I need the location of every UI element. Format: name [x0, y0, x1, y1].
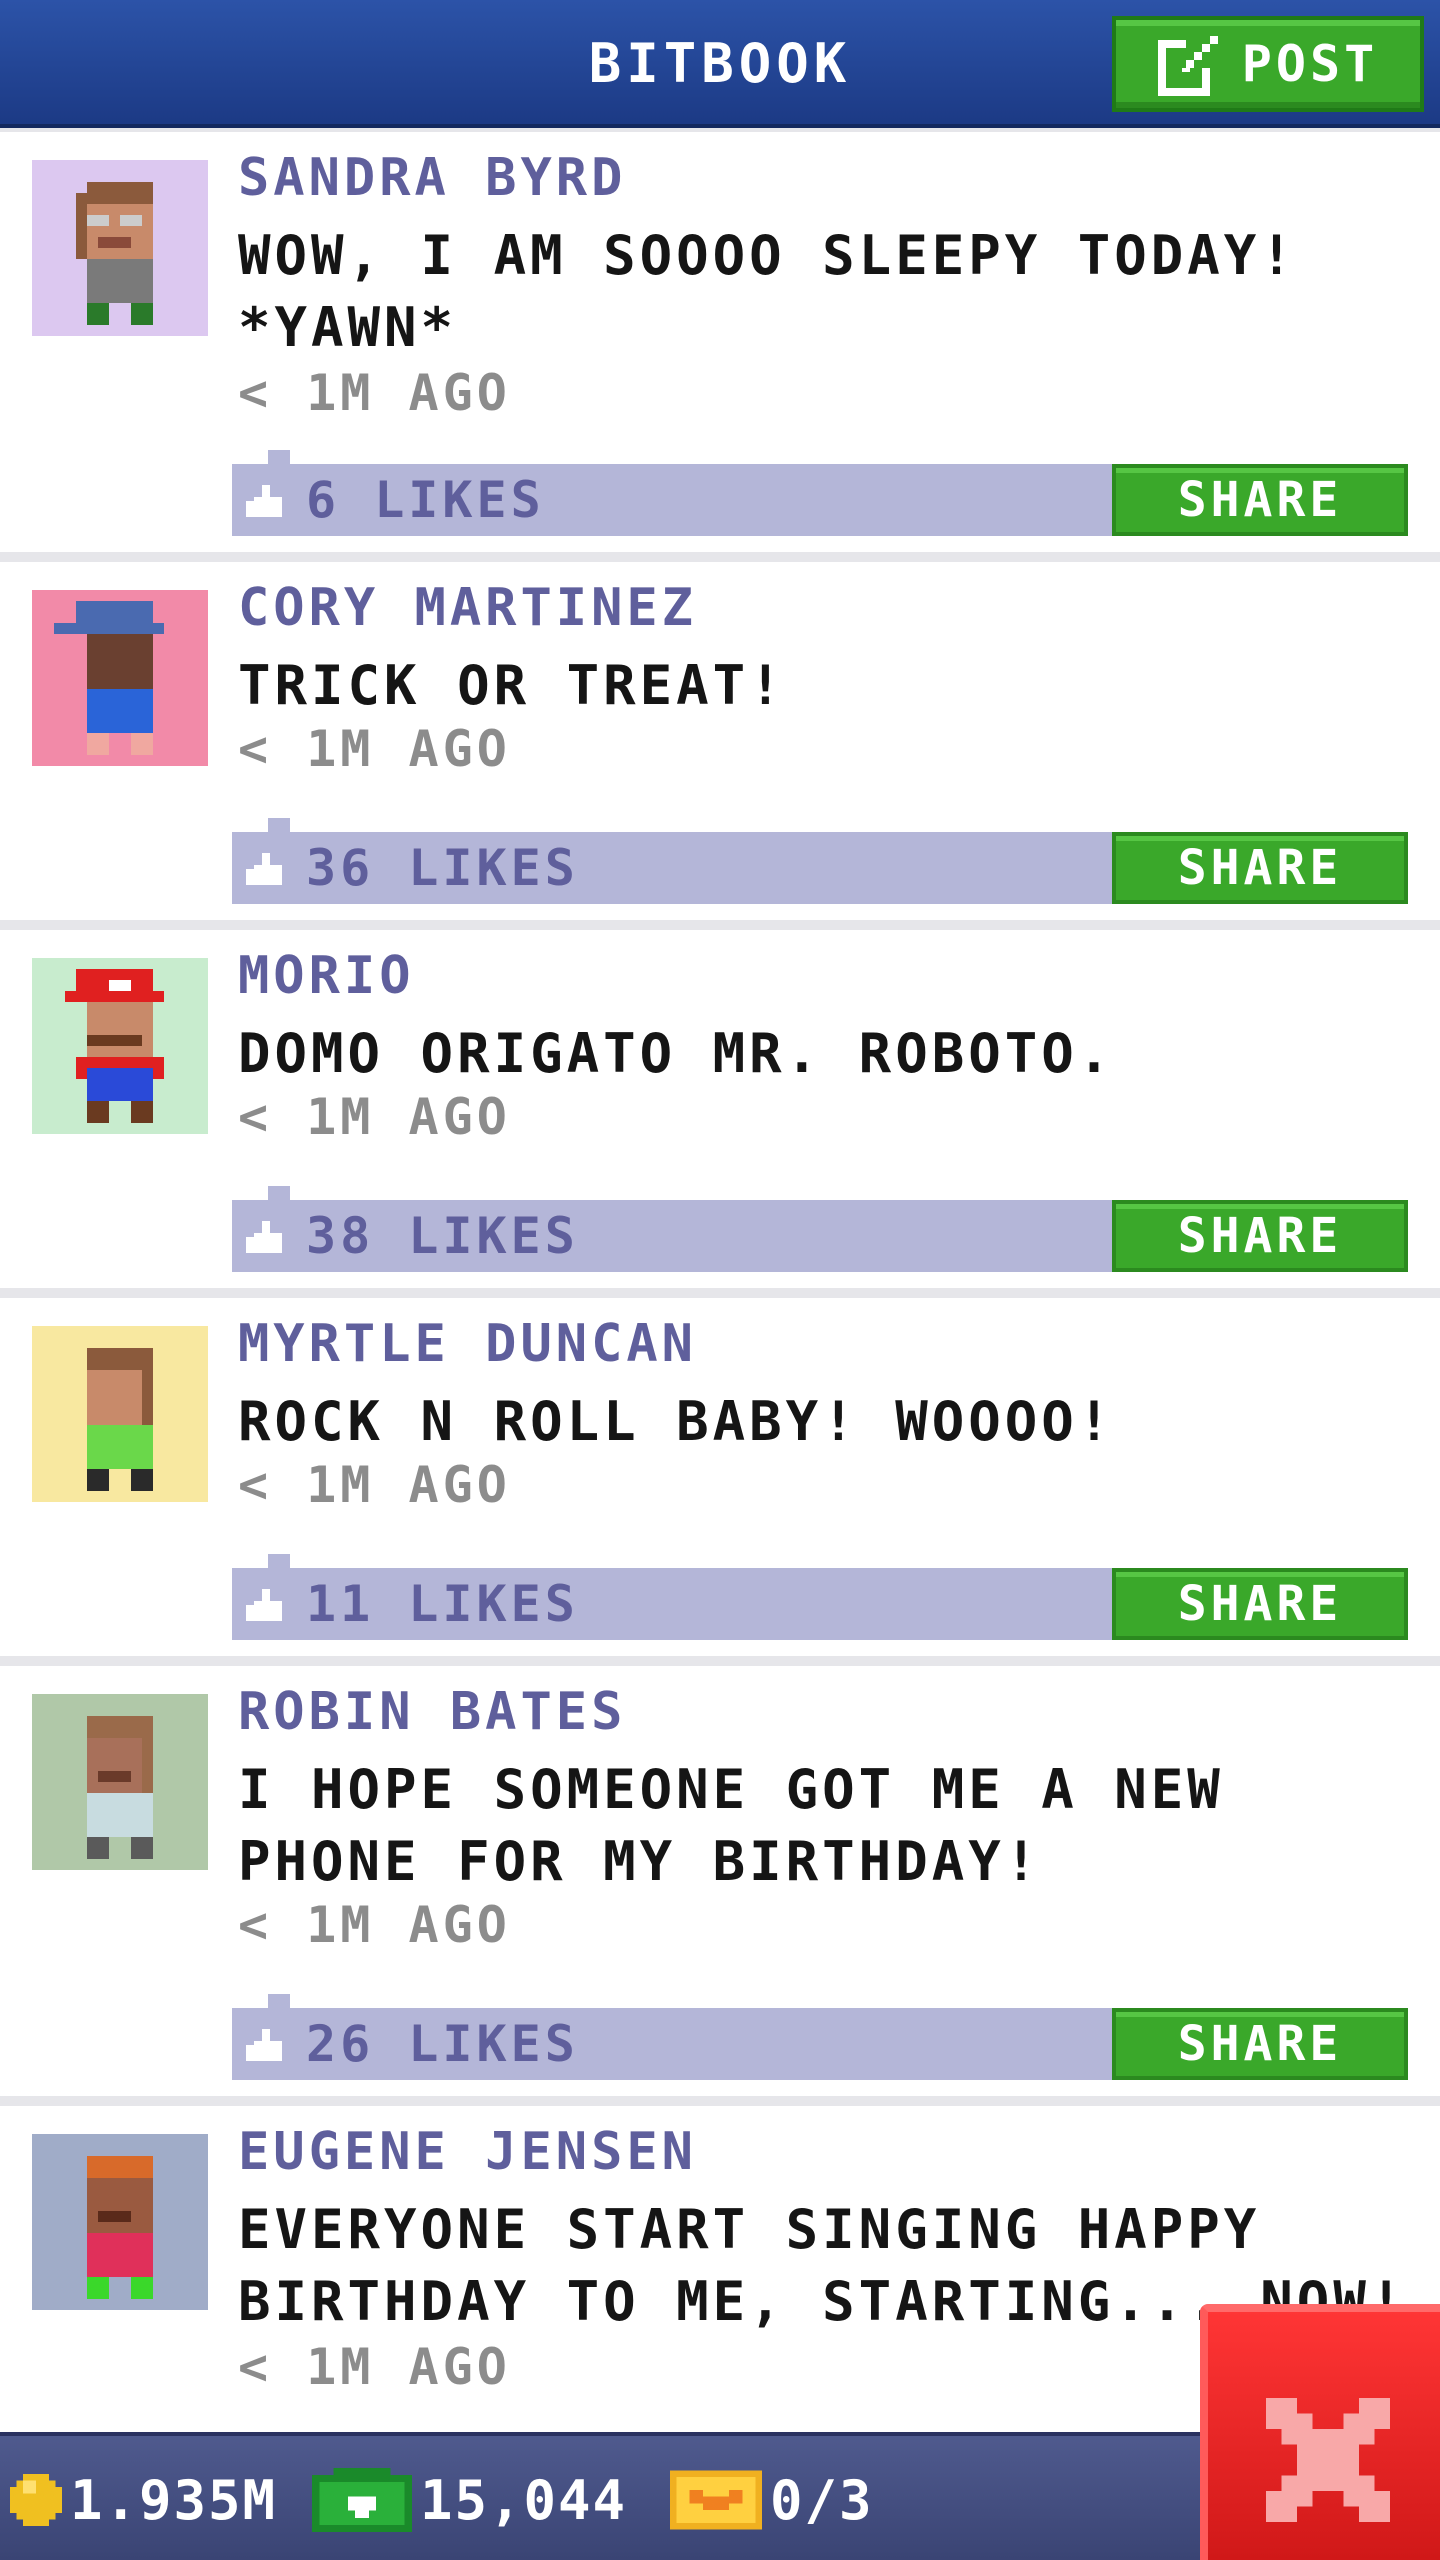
avatar — [32, 1694, 208, 1870]
post-timestamp: < 1M AGO — [238, 1456, 511, 1514]
post-message: DOMO ORIGATO MR. ROBOTO. — [238, 1022, 1115, 1085]
share-button[interactable]: SHARE — [1112, 1568, 1408, 1640]
feed-post: MORIO DOMO ORIGATO MR. ROBOTO. < 1M AGO … — [0, 930, 1440, 1298]
ticket-icon — [670, 2470, 762, 2530]
avatar — [32, 958, 208, 1134]
post-author: CORY MARTINEZ — [238, 578, 697, 638]
like-bar: 36 LIKES SHARE — [232, 818, 1408, 904]
coins-value: 1.935M — [70, 2468, 278, 2532]
share-button[interactable]: SHARE — [1112, 2008, 1408, 2080]
share-button[interactable]: SHARE — [1112, 464, 1408, 536]
post-message: WOW, I AM SOOOO SLEEPY TODAY! *YAWN* — [238, 224, 1297, 359]
like-bar: 38 LIKES SHARE — [232, 1186, 1408, 1272]
avatar — [32, 160, 208, 336]
thumbs-up-icon — [246, 485, 282, 517]
avatar — [32, 590, 208, 766]
like-count: 26 LIKES — [306, 2015, 579, 2073]
feed-post: MYRTLE DUNCAN ROCK N ROLL BABY! WOOOO! <… — [0, 1298, 1440, 1666]
post-message: TRICK OR TREAT! — [238, 654, 786, 717]
like-bar: 6 LIKES SHARE — [232, 450, 1408, 536]
close-icon — [1266, 2398, 1390, 2522]
feed-post: SANDRA BYRD WOW, I AM SOOOO SLEEPY TODAY… — [0, 132, 1440, 562]
like-count: 36 LIKES — [306, 839, 579, 897]
avatar — [32, 2134, 208, 2310]
share-button[interactable]: SHARE — [1112, 832, 1408, 904]
post-author: ROBIN BATES — [238, 1682, 627, 1742]
avatar — [32, 1326, 208, 1502]
thumbs-up-icon — [246, 853, 282, 885]
post-author: MYRTLE DUNCAN — [238, 1314, 697, 1374]
like-bar: 11 LIKES SHARE — [232, 1554, 1408, 1640]
coin-icon — [10, 2474, 62, 2526]
tickets-value: 0/3 — [770, 2468, 874, 2532]
tickets-stat: 0/3 — [670, 2436, 874, 2560]
like-bar: 26 LIKES SHARE — [232, 1994, 1408, 2080]
post-author: EUGENE JENSEN — [238, 2122, 697, 2182]
thumbs-up-icon — [246, 2029, 282, 2061]
post-timestamp: < 1M AGO — [238, 720, 511, 778]
news-feed[interactable]: SANDRA BYRD WOW, I AM SOOOO SLEEPY TODAY… — [0, 132, 1440, 2526]
post-author: SANDRA BYRD — [238, 148, 627, 208]
post-message: ROCK N ROLL BABY! WOOOO! — [238, 1390, 1115, 1453]
share-button[interactable]: SHARE — [1112, 1200, 1408, 1272]
post-message: I HOPE SOMEONE GOT ME A NEW PHONE FOR MY… — [238, 1758, 1224, 1893]
post-button-label: POST — [1241, 35, 1379, 93]
thumbs-up-icon — [246, 1589, 282, 1621]
feed-post: CORY MARTINEZ TRICK OR TREAT! < 1M AGO 3… — [0, 562, 1440, 930]
like-count: 11 LIKES — [306, 1575, 579, 1633]
post-timestamp: < 1M AGO — [238, 2338, 511, 2396]
post-timestamp: < 1M AGO — [238, 1896, 511, 1954]
like-count: 38 LIKES — [306, 1207, 579, 1265]
bux-value: 15,044 — [420, 2468, 628, 2532]
post-author: MORIO — [238, 946, 415, 1006]
bux-icon — [312, 2468, 412, 2532]
edit-icon — [1157, 36, 1218, 96]
post-button[interactable]: POST — [1112, 16, 1424, 112]
close-button[interactable] — [1200, 2304, 1440, 2560]
bux-stat: 15,044 — [312, 2436, 627, 2560]
feed-post: ROBIN BATES I HOPE SOMEONE GOT ME A NEW … — [0, 1666, 1440, 2106]
post-timestamp: < 1M AGO — [238, 364, 511, 422]
thumbs-up-icon — [246, 1221, 282, 1253]
post-timestamp: < 1M AGO — [238, 1088, 511, 1146]
top-bar: BITBOOK POST — [0, 0, 1440, 128]
coins-stat: 1.935M — [10, 2436, 277, 2560]
like-count: 6 LIKES — [306, 471, 545, 529]
